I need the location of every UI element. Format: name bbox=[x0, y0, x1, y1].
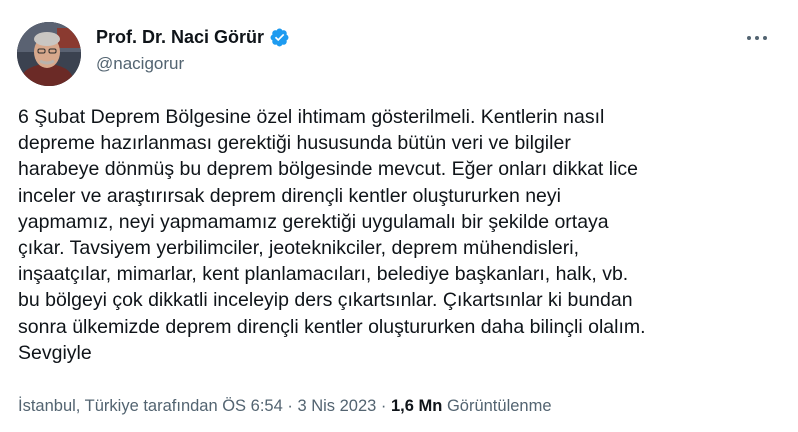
tweet-text-line: yapmamız, neyi yapmamamız gerektiği uygu… bbox=[18, 210, 609, 233]
verified-badge-icon bbox=[269, 27, 290, 48]
tweet-meta: İstanbul, Türkiye tarafından ÖS 6:54 · 3… bbox=[18, 397, 552, 416]
author-display-name[interactable]: Prof. Dr. Naci Görür bbox=[96, 27, 264, 48]
tweet-text-line: harabeye dönmüş bu deprem bölgesinde mev… bbox=[18, 158, 639, 181]
tweet-text-line: 6 Şubat Deprem Bölgesine özel ihtimam gö… bbox=[18, 106, 605, 128]
tweet-text-line: sonra ülkemizde deprem dirençli kentler … bbox=[18, 315, 646, 338]
views-count[interactable]: 1,6 Mn bbox=[391, 397, 442, 415]
tweet-text-line: çıkar. Tavsiyem yerbilimciler, jeoteknik… bbox=[18, 237, 580, 260]
tweet-text-line: bu bölgeyi çok dikkatli inceleyip ders ç… bbox=[18, 289, 633, 312]
tweet-text-line: inşaatçılar, mimarlar, kent planlamacıla… bbox=[18, 263, 629, 286]
author-handle[interactable]: @nacigorur bbox=[96, 54, 184, 74]
avatar[interactable] bbox=[17, 22, 81, 86]
avatar-image bbox=[17, 22, 81, 86]
author-name-row[interactable]: Prof. Dr. Naci Görür bbox=[96, 27, 290, 48]
meta-separator: · bbox=[376, 397, 391, 415]
meta-separator: · bbox=[282, 397, 298, 415]
tweet-text-line: Sevgiyle bbox=[18, 341, 92, 364]
tweet-text-line: inceler ve araştırırsak deprem dirençli … bbox=[18, 184, 561, 207]
tweet-card: Prof. Dr. Naci Görür @nacigorur 6 Şubat … bbox=[0, 0, 798, 432]
more-horizontal-icon[interactable] bbox=[742, 26, 772, 50]
tweet-text: 6 Şubat Deprem Bölgesine özel ihtimam gö… bbox=[18, 104, 788, 366]
tweet-location-time[interactable]: İstanbul, Türkiye tarafından ÖS 6:54 bbox=[18, 397, 283, 415]
tweet-date[interactable]: 3 Nis 2023 bbox=[297, 397, 376, 415]
tweet-text-line: depreme hazırlanması gerektiği hususunda… bbox=[18, 132, 571, 155]
views-label: Görüntülenme bbox=[446, 397, 552, 415]
